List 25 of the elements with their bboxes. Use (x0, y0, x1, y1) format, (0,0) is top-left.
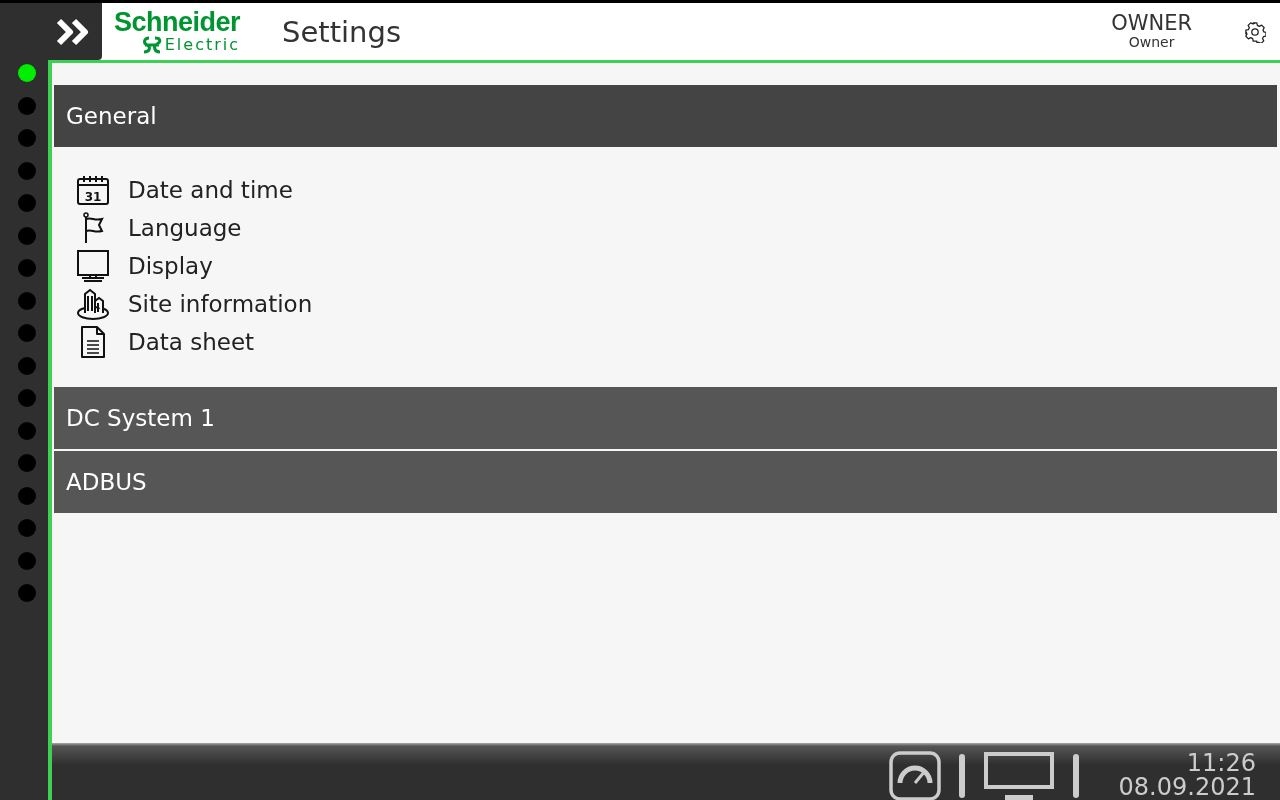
display-button[interactable] (982, 750, 1055, 800)
monitor-icon (76, 249, 110, 283)
logo-subtitle: Electric (164, 37, 241, 53)
settings-item[interactable]: Site information (128, 291, 313, 317)
logo-icon (140, 36, 163, 54)
user-role: OWNER (1111, 12, 1192, 36)
settings-icon (1244, 20, 1266, 43)
user-name: Owner (1128, 35, 1175, 51)
section-header[interactable]: ADBUS (54, 451, 1277, 513)
section-header[interactable]: General (54, 85, 1277, 147)
status-date: 08.09.2021 (1118, 774, 1256, 799)
logo-name: Schneider (114, 9, 241, 36)
building-icon (76, 287, 110, 321)
dashboard-button[interactable] (888, 750, 941, 800)
page-title: Settings (282, 14, 401, 49)
settings-item[interactable]: Display (128, 253, 213, 279)
monitor-icon (982, 750, 1055, 800)
section-header[interactable]: DC System 1 (54, 387, 1277, 449)
gauge-icon (888, 750, 941, 800)
settings-button[interactable] (1244, 20, 1266, 43)
settings-item[interactable]: Date and time (128, 177, 293, 203)
expand-button[interactable] (46, 3, 102, 60)
status-time: 11:26 (1186, 750, 1256, 775)
settings-item[interactable]: Data sheet (128, 329, 255, 355)
settings-item[interactable]: Language (128, 215, 242, 241)
